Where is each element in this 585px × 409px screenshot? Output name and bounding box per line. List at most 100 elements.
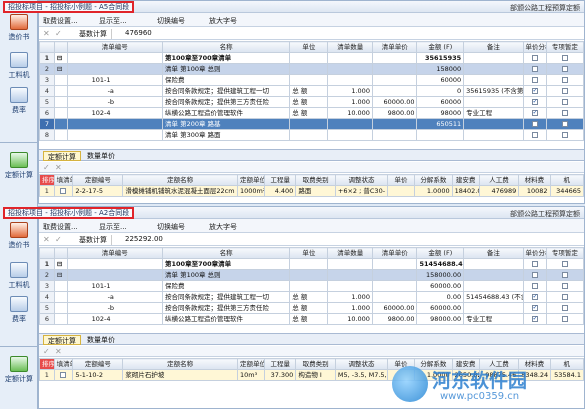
unit-analysis-checkbox[interactable] [531, 98, 538, 106]
bill-code-cell[interactable] [66, 52, 164, 64]
bill-name-cell[interactable]: 第100章至700章清单 [161, 52, 291, 64]
bill-name-cell[interactable]: 按合同条款规定；提供建筑工程一切 [161, 85, 291, 97]
switch-code-button[interactable]: 切换编号 [157, 16, 185, 26]
sidebar-item-quota-calc-2[interactable]: 定额计算 [2, 356, 36, 384]
unit-cell[interactable]: 总 额 [289, 107, 329, 119]
unit-cell[interactable] [289, 74, 329, 86]
provisional-cell[interactable] [545, 280, 585, 292]
unit-analysis-checkbox[interactable] [531, 304, 538, 312]
tree-toggle[interactable] [53, 291, 68, 303]
tree-toggle[interactable]: ⊟ [53, 258, 68, 270]
confirm-icon[interactable]: ✓ [55, 235, 62, 244]
provisional-cell[interactable] [545, 313, 585, 325]
bill-name-cell[interactable]: 按合同条款规定；提供第三方责任险 [161, 96, 291, 108]
quantity-cell[interactable]: 4.400 [264, 185, 297, 197]
bill-code-cell[interactable]: -b [66, 96, 164, 108]
unit-cell[interactable] [289, 52, 329, 64]
amount-cell[interactable]: 158000 [416, 63, 465, 75]
bill-name-cell[interactable]: 按合同条款规定；提供建筑工程一切 [161, 291, 291, 303]
fill-qty-checkbox[interactable] [60, 371, 67, 378]
column-header[interactable]: 备注 [463, 247, 524, 259]
price-cell[interactable] [371, 52, 418, 64]
provisional-checkbox[interactable] [561, 315, 568, 322]
amount-cell[interactable]: 158000.00 [416, 269, 465, 281]
column-header[interactable]: 工程量 [264, 358, 297, 370]
unit-analysis-cell[interactable] [522, 107, 547, 119]
provisional-cell[interactable] [545, 129, 585, 141]
column-header[interactable]: 清单编号 [66, 247, 164, 259]
sidebar-item-budget-book-2[interactable]: 造价书 [2, 222, 36, 250]
bill-code-cell[interactable]: -a [66, 291, 164, 303]
unit-analysis-checkbox[interactable] [531, 76, 538, 83]
amount-cell[interactable]: 60000 [416, 74, 465, 86]
table-row[interactable]: 1 2-2-17-5 滑模摊铺机铺筑水泥混凝土面层22cm 1000m² 4.400 路面… [39, 185, 585, 197]
unit-cell[interactable] [289, 63, 329, 75]
price-cell[interactable] [371, 85, 418, 97]
column-header[interactable]: 建安费 [451, 174, 480, 186]
bill-code-cell[interactable]: 101-1 [66, 74, 164, 86]
cancel-icon[interactable]: ✕ [55, 163, 62, 172]
unit-analysis-checkbox[interactable] [531, 54, 538, 61]
quota-name-cell[interactable]: 浆砌片石护坡 [122, 369, 238, 381]
note-cell[interactable] [463, 280, 524, 292]
sidebar-item-budget-book[interactable]: 造价书 [2, 14, 36, 42]
bill-name-cell[interactable]: 清单 第100章 总则 [161, 269, 291, 281]
sidebar-item-rate-2[interactable]: 费率 [2, 296, 36, 324]
provisional-checkbox[interactable] [561, 282, 568, 289]
fill-qty-cell[interactable] [53, 369, 74, 381]
quantity-cell[interactable]: 37.300 [264, 369, 297, 381]
note-cell[interactable]: 51454688.43 (不含第1 [463, 291, 524, 303]
enlarge-font-button[interactable]: 放大字号 [209, 222, 237, 232]
bill-code-cell[interactable] [66, 118, 164, 130]
price-cell[interactable]: 9800.00 [371, 313, 418, 325]
column-header[interactable]: 排序 [39, 358, 55, 370]
display-to-button[interactable]: 显示至... [99, 16, 127, 26]
unit-analysis-checkbox[interactable] [531, 271, 538, 278]
amount-cell[interactable]: 0.00 [416, 291, 465, 303]
column-header[interactable]: 定额单位 [236, 174, 266, 186]
table-row[interactable]: 6 102-4 纵横公路工程造价管理软件总 额 10.000 9800.00 98000.… [39, 313, 585, 325]
column-header[interactable]: 专项暂定 [545, 41, 585, 53]
table-row[interactable]: 4 -a 按合同条款规定；提供建筑工程一切总 额 1.000 0.00 51454688.… [39, 291, 585, 303]
tab-quota-calc[interactable]: 定额计算 [43, 335, 81, 345]
fee-category-cell[interactable]: 路面 [295, 185, 336, 197]
coefficient-cell[interactable]: 1.0000 [414, 185, 453, 197]
provisional-checkbox[interactable] [561, 98, 568, 105]
qty-cell[interactable]: 10.000 [327, 107, 373, 119]
unit-analysis-cell[interactable] [522, 74, 547, 86]
column-header[interactable]: 定额编号 [72, 358, 124, 370]
fill-qty-cell[interactable] [53, 185, 74, 197]
amount-cell[interactable]: 650511 [416, 118, 465, 130]
qty-cell[interactable] [327, 118, 373, 130]
bill-name-cell[interactable]: 纵横公路工程造价管理软件 [161, 313, 291, 325]
unit-cell[interactable]: 总 额 [289, 313, 329, 325]
column-header[interactable]: 名称 [161, 41, 291, 53]
price-cell[interactable] [371, 74, 418, 86]
provisional-checkbox[interactable] [561, 54, 568, 61]
column-header[interactable]: 清单数量 [327, 41, 373, 53]
unit-analysis-checkbox[interactable] [531, 282, 538, 289]
display-to-button[interactable]: 显示至... [99, 222, 127, 232]
quota-unit-cell[interactable]: 10m³ [236, 369, 266, 381]
unit-analysis-cell[interactable] [522, 291, 547, 303]
qty-cell[interactable]: 1.000 [327, 302, 373, 314]
column-header[interactable]: 人工费 [478, 174, 520, 186]
provisional-cell[interactable] [545, 85, 585, 97]
unit-analysis-checkbox[interactable] [531, 65, 538, 72]
price-cell[interactable] [371, 291, 418, 303]
unit-analysis-checkbox[interactable] [531, 120, 538, 127]
table-row[interactable]: 8 清单 第300章 路面 [39, 129, 585, 141]
provisional-checkbox[interactable] [561, 65, 568, 72]
cancel-icon[interactable]: ✕ [43, 235, 50, 244]
price-cell[interactable] [371, 280, 418, 292]
bill-name-cell[interactable]: 保险费 [161, 280, 291, 292]
construction-fee-cell[interactable]: 18402.05 [451, 185, 480, 197]
bill-name-cell[interactable]: 清单 第200章 路基 [161, 118, 291, 130]
note-cell[interactable]: 专业工程 [463, 313, 524, 325]
amount-cell[interactable] [416, 129, 465, 141]
column-header[interactable]: 金额 (F) [416, 41, 465, 53]
table-row[interactable]: 1 ⊟ 第100章至700章清单 51454688.43 [39, 258, 585, 270]
fee-settings-button[interactable]: 取费设置... [43, 222, 78, 232]
provisional-checkbox[interactable] [561, 260, 568, 267]
qty-cell[interactable] [327, 280, 373, 292]
